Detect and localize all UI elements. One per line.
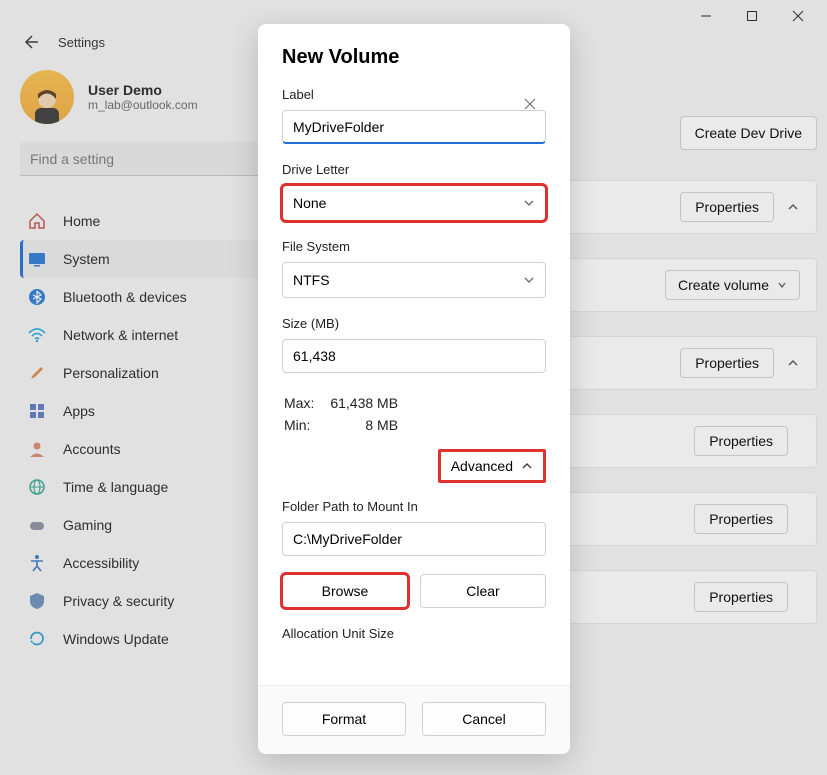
label-field-label: Label <box>282 87 546 102</box>
browse-button[interactable]: Browse <box>282 574 408 608</box>
new-volume-dialog: New Volume Label Drive Letter None File … <box>258 24 570 754</box>
clear-button[interactable]: Clear <box>420 574 546 608</box>
file-system-select[interactable]: NTFS <box>282 262 546 298</box>
size-input[interactable] <box>282 339 546 373</box>
chevron-up-icon <box>521 460 533 472</box>
chevron-down-icon <box>523 197 535 209</box>
advanced-toggle[interactable]: Advanced <box>438 449 546 483</box>
cancel-button[interactable]: Cancel <box>422 702 546 736</box>
drive-letter-select[interactable]: None <box>282 185 546 221</box>
file-system-label: File System <box>282 239 546 254</box>
dialog-footer: Format Cancel <box>258 685 570 754</box>
folder-path-label: Folder Path to Mount In <box>282 499 546 514</box>
format-button[interactable]: Format <box>282 702 406 736</box>
size-label: Size (MB) <box>282 316 546 331</box>
allocation-label: Allocation Unit Size <box>282 626 546 641</box>
chevron-down-icon <box>523 274 535 286</box>
folder-path-input[interactable] <box>282 522 546 556</box>
drive-letter-label: Drive Letter <box>282 162 546 177</box>
volume-label-input[interactable] <box>282 110 546 144</box>
clear-input-icon[interactable] <box>522 96 538 112</box>
size-limits: Max:61,438 MB Min:8 MB <box>282 391 414 437</box>
dialog-title: New Volume <box>282 46 546 69</box>
